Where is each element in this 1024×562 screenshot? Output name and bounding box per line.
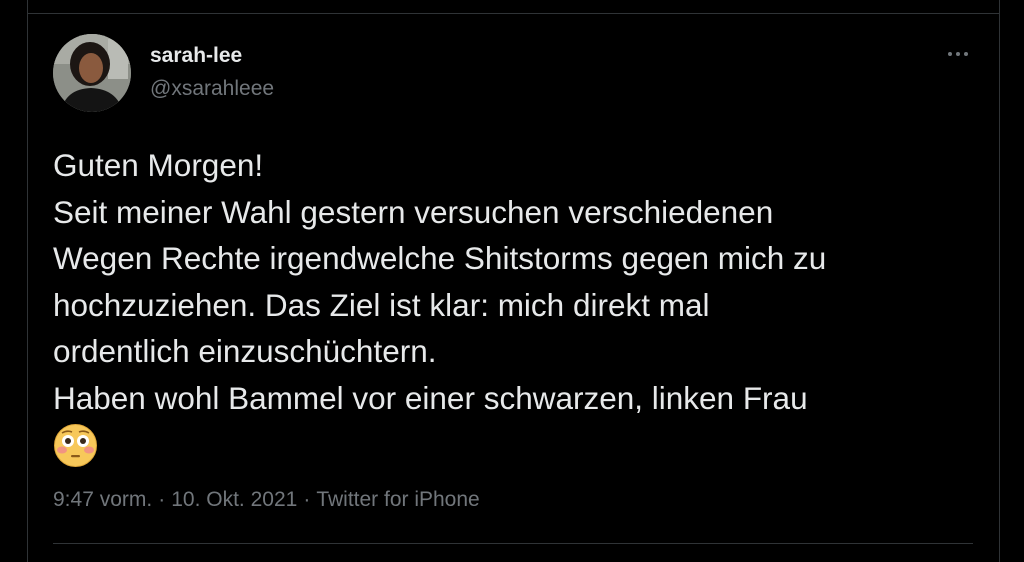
tweet-meta: 9:47 vorm. · 10. Okt. 2021 · Twitter for iPh… [53,487,480,513]
top-divider [27,13,1000,14]
author-handle[interactable]: @xsarahleee [150,76,274,102]
author-display-name[interactable]: sarah-lee [150,43,242,69]
tweet-time-link[interactable]: 9:47 vorm. [53,488,152,511]
tweet-text-line: Guten Morgen! [53,147,264,183]
bottom-divider [53,543,973,544]
tweet-text-line: hochzuziehen. Das Ziel ist klar: mich di… [53,286,710,323]
emoji-line [53,421,983,468]
avatar[interactable] [53,34,131,112]
more-horizontal-icon-dot-3 [964,52,968,56]
tweet-source-link[interactable]: Twitter for iPhone [316,488,479,511]
tweet-text-line: Seit meiner Wahl gestern versuchen versc… [53,193,774,230]
tweet-text-line: ordentlich einzuschüchtern. [53,333,437,369]
more-options-button[interactable] [940,40,976,68]
tweet-date-link[interactable]: 10. Okt. 2021 [171,488,297,511]
tweet-text-line: Haben wohl Bammel vor einer schwarzen, l… [53,379,808,416]
tweet-text: Guten Morgen! Seit meiner Wahl gestern v… [53,142,983,468]
more-horizontal-icon [948,52,952,56]
tweet-text-line: Wegen Rechte irgendwelche Shitstorms geg… [53,240,827,276]
flushed-face-icon [54,424,97,467]
more-horizontal-icon-dot-2 [956,52,960,56]
meta-separator: · [303,488,311,511]
meta-separator: · [158,488,166,511]
avatar-image [53,34,131,112]
